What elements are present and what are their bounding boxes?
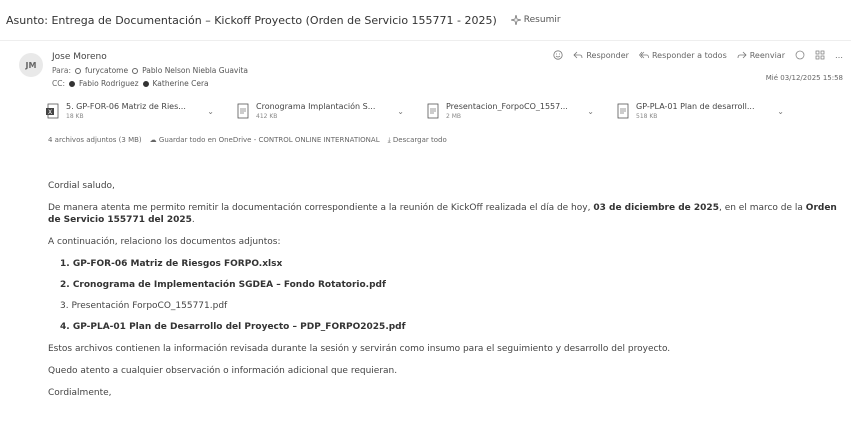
download-all-label: Descargar todo	[392, 136, 447, 144]
attachment-name: Cronograma Implantación S...	[256, 102, 376, 111]
attachments-summary: 4 archivos adjuntos (3 MB) ☁ Guardar tod…	[48, 136, 447, 145]
attachment-size: 412 KB	[256, 113, 278, 120]
attachment-size: 518 KB	[636, 113, 658, 120]
copilot-button[interactable]	[795, 50, 805, 60]
forward-icon	[737, 51, 747, 59]
body-text: De manera atenta me permito remitir la d…	[48, 203, 591, 213]
apps-button[interactable]	[815, 50, 825, 60]
attachment-name: GP-PLA-01 Plan de desarroll...	[636, 102, 755, 111]
to-line: Para: furycatome Pablo Nelson Niebla Gua…	[52, 66, 248, 75]
cc-line: CC: Fabio Rodriguez Katherine Cera	[52, 79, 209, 88]
message-actions: Responder Responder a todos Reenviar …	[553, 50, 843, 60]
pdf-file-icon	[426, 103, 440, 119]
recipient-icon	[142, 80, 149, 87]
attachments-count: 4 archivos adjuntos (3 MB)	[48, 136, 142, 144]
attachment-size: 18 KB	[66, 113, 84, 120]
sender-name[interactable]: Jose Moreno	[52, 52, 107, 62]
smiley-icon	[553, 50, 563, 60]
body-paragraph: A continuación, relaciono los documentos…	[48, 237, 281, 247]
pdf-file-icon	[616, 103, 630, 119]
reply-label: Responder	[586, 50, 629, 60]
summarize-button[interactable]: Resumir	[510, 15, 561, 25]
recipient-icon	[69, 80, 76, 87]
forward-button[interactable]: Reenviar	[737, 50, 785, 60]
svg-text:X: X	[48, 109, 52, 116]
closing: Cordialmente,	[48, 388, 112, 398]
message-body: Cordial saludo, De manera atenta me perm…	[48, 180, 838, 409]
sparkle-icon	[510, 15, 521, 25]
recipient-chip[interactable]: Fabio Rodriguez	[79, 79, 139, 88]
message-date: Mié 03/12/2025 15:58	[765, 74, 843, 82]
attachment-name: 5. GP-FOR-06 Matriz de Ries...	[66, 102, 186, 111]
to-label: Para:	[52, 66, 71, 75]
attachment-name: Presentacion_ForpoCO_1557...	[446, 102, 568, 111]
list-item: 2. Cronograma de Implementación SGDEA – …	[60, 280, 386, 290]
greeting: Cordial saludo,	[48, 181, 115, 191]
chevron-down-icon[interactable]: ⌄	[397, 107, 404, 116]
email-subject: Asunto: Entrega de Documentación – Kicko…	[6, 13, 497, 27]
body-paragraph: Quedo atento a cualquier observación o i…	[48, 366, 398, 376]
grid-icon	[815, 50, 825, 60]
list-item: 3. Presentación ForpoCO_155771.pdf	[60, 301, 228, 311]
forward-label: Reenviar	[749, 50, 785, 60]
attachment-card[interactable]: Presentacion_ForpoCO_1557... 2 MB ⌄	[420, 95, 600, 127]
summarize-label: Resumir	[523, 15, 561, 25]
documents-list: 1. GP-FOR-06 Matriz de Riesgos FORPO.xls…	[60, 258, 838, 333]
attachment-card[interactable]: Cronograma Implantación S... 412 KB ⌄	[230, 95, 410, 127]
chevron-down-icon[interactable]: ⌄	[587, 107, 594, 116]
recipient-chip[interactable]: Katherine Cera	[153, 79, 209, 88]
body-text: , en el marco de la	[718, 203, 803, 213]
cc-label: CC:	[52, 79, 66, 88]
header-divider	[0, 40, 851, 41]
attachment-card[interactable]: GP-PLA-01 Plan de desarroll... 518 KB ⌄	[610, 95, 790, 127]
reply-all-button[interactable]: Responder a todos	[638, 50, 727, 60]
chevron-down-icon[interactable]: ⌄	[777, 107, 784, 116]
download-all-link[interactable]: ⤓ Descargar todo	[388, 136, 447, 145]
reply-button[interactable]: Responder	[573, 50, 629, 60]
list-item: 1. GP-FOR-06 Matriz de Riesgos FORPO.xls…	[60, 259, 283, 269]
reply-icon	[573, 51, 583, 59]
reply-all-icon	[638, 51, 649, 59]
recipient-icon	[132, 67, 139, 74]
save-onedrive-link[interactable]: ☁ Guardar todo en OneDrive - CONTROL ONL…	[150, 136, 380, 145]
meeting-date: 03 de diciembre de 2025	[593, 203, 719, 213]
reply-all-label: Responder a todos	[651, 50, 727, 60]
body-paragraph: Estos archivos contienen la información …	[48, 344, 671, 354]
attachment-size: 2 MB	[446, 113, 462, 120]
list-item: 4. GP-PLA-01 Plan de Desarrollo del Proy…	[60, 322, 406, 332]
more-options-button[interactable]: …	[835, 51, 843, 60]
pdf-file-icon	[236, 103, 250, 119]
recipient-chip[interactable]: furycatome	[85, 66, 128, 75]
save-onedrive-label: Guardar todo en OneDrive - CONTROL ONLIN…	[158, 136, 380, 144]
copilot-icon	[795, 50, 805, 60]
recipient-chip[interactable]: Pablo Nelson Niebla Guavita	[142, 66, 248, 75]
emoji-button[interactable]	[553, 50, 563, 60]
attachment-card[interactable]: X 5. GP-FOR-06 Matriz de Ries... 18 KB ⌄	[40, 95, 220, 127]
body-paragraph: De manera atenta me permito remitir la d…	[48, 203, 837, 225]
excel-file-icon: X	[46, 103, 60, 119]
avatar[interactable]: JM	[19, 53, 43, 77]
recipient-icon	[75, 67, 81, 74]
chevron-down-icon[interactable]: ⌄	[207, 107, 214, 116]
attachments-row: X 5. GP-FOR-06 Matriz de Ries... 18 KB ⌄…	[40, 95, 790, 127]
subject-bar: Asunto: Entrega de Documentación – Kicko…	[0, 8, 851, 32]
